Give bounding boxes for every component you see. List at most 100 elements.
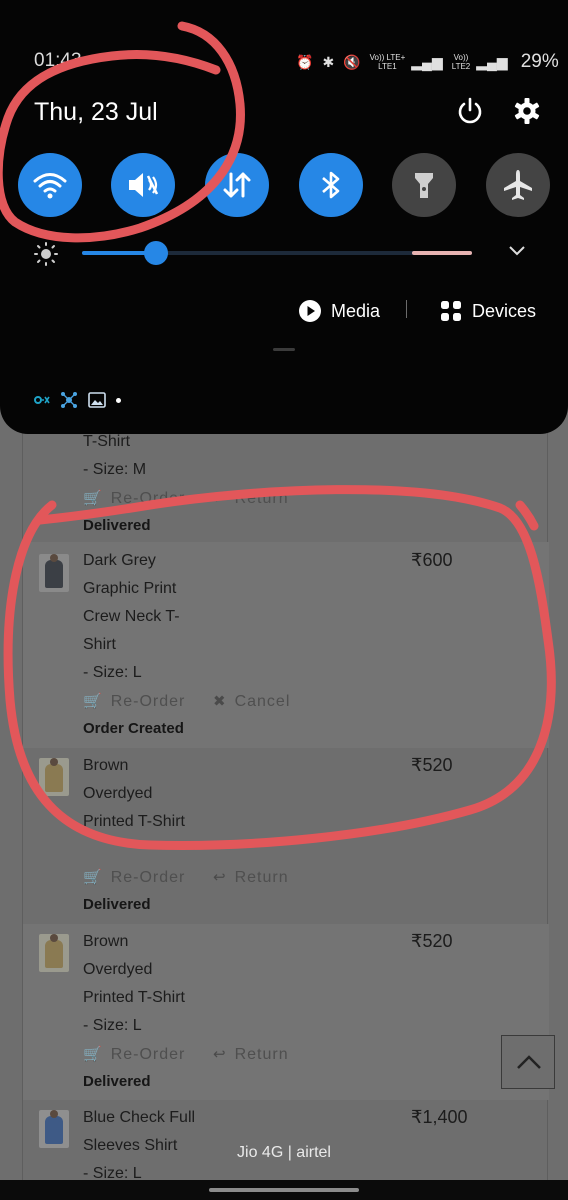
return-button[interactable]: ↩ Return [213, 868, 289, 887]
product-name-line[interactable]: Blue Check Full [83, 1109, 195, 1127]
reorder-button[interactable]: 🛒 Re-Order [83, 692, 185, 711]
wifi-icon [33, 173, 67, 199]
reorder-label: Re-Order [110, 490, 186, 507]
order-item: Brown Overdyed Printed T-Shirt - Size: L… [23, 924, 549, 1100]
product-name-line[interactable]: Crew Neck T- [83, 608, 180, 626]
notification-icons [34, 391, 121, 409]
reorder-label: Re-Order [110, 693, 186, 710]
media-label: Media [331, 300, 381, 321]
alarm-icon: ⏰ [296, 53, 314, 70]
return-icon: ↩ [213, 869, 227, 886]
product-thumbnail[interactable] [39, 1110, 69, 1148]
brightness-icon [34, 242, 58, 266]
order-status: Delivered [83, 896, 151, 913]
reorder-button[interactable]: 🛒 Re-Order [83, 1045, 185, 1064]
notification-shade: 01:43 ⏰ ✱ 🔇 Vo)) LTE+ LTE1 ▂▄▆ Vo)) LTE2 ▂… [0, 0, 568, 434]
close-icon: ✖ [213, 693, 227, 710]
order-status: Delivered [83, 1073, 151, 1090]
product-size: - Size: L [83, 664, 142, 681]
cart-icon: 🛒 [83, 490, 103, 507]
product-name-line[interactable]: Printed T-Shirt [83, 813, 185, 831]
slider-warm-range [412, 251, 472, 255]
cart-icon: 🛒 [83, 1046, 103, 1063]
brightness-slider[interactable] [82, 241, 472, 265]
cart-icon: 🛒 [83, 869, 103, 886]
order-item: Dark Grey Graphic Print Crew Neck T- Shi… [23, 542, 549, 748]
reorder-label: Re-Order [110, 869, 186, 886]
return-label: Return [234, 490, 289, 507]
product-name-line[interactable]: Overdyed [83, 961, 152, 979]
mobile-data-tile[interactable] [205, 153, 269, 217]
bluetooth-tile[interactable] [299, 153, 363, 217]
cancel-button[interactable]: ✖ Cancel [213, 692, 290, 711]
order-status: Delivered [83, 517, 151, 534]
return-label: Return [234, 869, 289, 886]
product-name[interactable]: T-Shirt [83, 433, 130, 451]
home-gesture-handle[interactable] [209, 1188, 359, 1192]
play-icon [299, 300, 321, 322]
product-thumbnail[interactable] [39, 554, 69, 592]
product-size: - Size: L [83, 1017, 142, 1034]
return-label: Return [234, 1046, 289, 1063]
more-dot-icon [116, 397, 121, 403]
reorder-button[interactable]: 🛒 Re-Order [83, 489, 185, 508]
shade-drag-handle[interactable] [273, 348, 295, 351]
product-name-line[interactable]: Dark Grey [83, 552, 156, 570]
product-price: ₹520 [411, 755, 453, 775]
reorder-button[interactable]: 🛒 Re-Order [83, 868, 185, 887]
return-button[interactable]: ↩ Return [213, 489, 289, 508]
scroll-to-top-button[interactable] [501, 1035, 555, 1089]
media-button[interactable]: Media [298, 296, 380, 326]
product-name-line[interactable]: Brown [83, 933, 128, 951]
sim2-signal: Vo)) LTE2 [451, 53, 471, 71]
image-icon [88, 392, 106, 408]
product-price: ₹520 [411, 931, 453, 951]
sound-mute-tile[interactable] [111, 153, 175, 217]
divider [406, 300, 407, 318]
wifi-tile[interactable] [18, 153, 82, 217]
product-name-line[interactable]: Overdyed [83, 785, 152, 803]
cancel-label: Cancel [234, 693, 291, 710]
reorder-label: Re-Order [110, 1046, 186, 1063]
signal-icon: ▂▄▆ [476, 53, 508, 70]
order-status: Order Created [83, 720, 184, 737]
carrier-label: Jio 4G | airtel [237, 1144, 331, 1161]
flashlight-icon [415, 173, 433, 198]
product-price: ₹600 [411, 550, 453, 570]
product-name-line[interactable]: Brown [83, 757, 128, 775]
navigation-bar [0, 1180, 568, 1200]
chevron-down-icon[interactable] [507, 244, 527, 258]
bluetooth-status-icon: ✱ [322, 53, 335, 70]
return-icon: ↩ [213, 1046, 227, 1063]
flashlight-tile[interactable] [392, 153, 456, 217]
product-size: - Size: M [83, 461, 147, 478]
airplane-tile[interactable] [486, 153, 550, 217]
product-name-line[interactable]: Shirt [83, 636, 116, 654]
battery-level: 29% [520, 51, 559, 72]
product-thumbnail[interactable] [39, 934, 69, 972]
devices-button[interactable]: Devices [440, 296, 536, 326]
order-list: T-Shirt - Size: M 🛒 Re-Order ↩ Return Deli… [22, 420, 549, 1200]
devices-grid-icon [441, 301, 461, 321]
sim1-signal: Vo)) LTE+ LTE1 [369, 53, 406, 71]
chevron-up-icon [517, 1055, 541, 1069]
signal-icon: ▂▄▆ [411, 53, 443, 70]
link-icon [34, 396, 50, 404]
cart-icon: 🛒 [83, 693, 103, 710]
mute-status-icon: 🔇 [343, 53, 361, 70]
product-name-line[interactable]: Graphic Print [83, 580, 176, 598]
bluetooth-icon [322, 171, 340, 199]
power-icon[interactable] [455, 96, 485, 126]
order-item: T-Shirt - Size: M 🛒 Re-Order ↩ Return Deli… [23, 420, 549, 542]
gear-icon[interactable] [512, 96, 542, 126]
airplane-icon [504, 170, 532, 200]
slider-thumb[interactable] [144, 241, 169, 265]
product-thumbnail[interactable] [39, 758, 69, 796]
clock: 01:43 [34, 50, 82, 71]
status-icons: ⏰ ✱ 🔇 Vo)) LTE+ LTE1 ▂▄▆ Vo)) LTE2 ▂▄▆ 29% [296, 50, 559, 74]
return-button[interactable]: ↩ Return [213, 1045, 289, 1064]
date-label[interactable]: Thu, 23 Jul [34, 98, 158, 127]
devices-label: Devices [472, 300, 537, 321]
product-name-line[interactable]: Printed T-Shirt [83, 989, 185, 1007]
mute-icon [129, 173, 159, 197]
